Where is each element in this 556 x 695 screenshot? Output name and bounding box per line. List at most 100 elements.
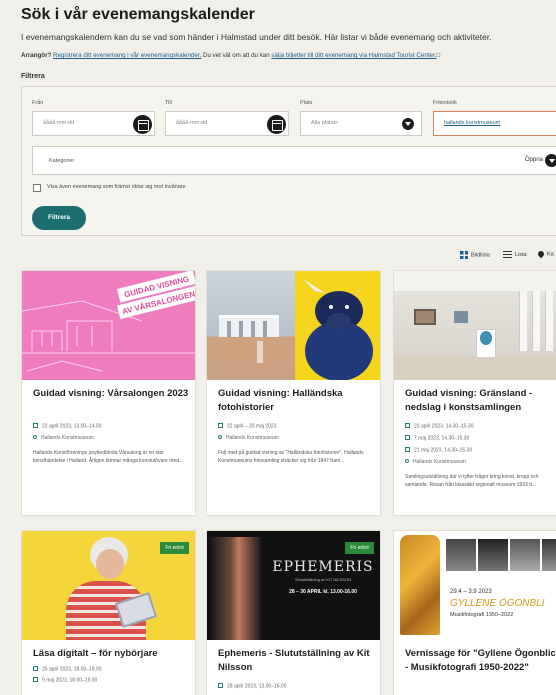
event-title[interactable]: Vernissage för "Gyllene Ögonblick - Musi… (405, 647, 556, 675)
calendar-icon (33, 677, 38, 682)
event-description: Samlingsutställning där vi lyfter frågor… (405, 474, 539, 488)
organizer-end-glyph: □ (436, 52, 441, 59)
category-label: Kategorier (49, 158, 75, 164)
place-label: Plats (300, 100, 313, 106)
event-date: 28 april 2023, 13.00–16.00 (218, 683, 287, 690)
event-title[interactable]: Läsa digitalt – för nybörjare (33, 647, 191, 661)
view-map-toggle[interactable]: Ka (536, 249, 554, 259)
event-image: 29.4 – 3.9 2023 GYLLENE ÖGONBLI Musikfot… (394, 531, 556, 640)
filter-section-title: Filtrera (21, 73, 45, 80)
list-icon (503, 251, 512, 258)
event-image (207, 271, 380, 380)
place-placeholder: Alla platser (311, 120, 339, 126)
view-map-label: Ka (547, 251, 554, 258)
category-open-label[interactable]: Öppna (525, 157, 543, 163)
from-date-input[interactable]: åååå-mm-dd (32, 111, 155, 136)
poster-subtitle: Slututställning av KIT NILSSON (294, 577, 352, 582)
event-title[interactable]: Ephemeris - Slututställning av Kit Nilss… (218, 647, 376, 675)
event-date: 25 april 2023, 18.00–19.00 (33, 666, 102, 673)
from-date-placeholder: åååå-mm-dd (43, 120, 75, 126)
residents-checkbox-label[interactable]: Visa även evenemang som främst riktar si… (47, 184, 186, 190)
event-card[interactable]: 29.4 – 3.9 2023 GYLLENE ÖGONBLI Musikfot… (393, 530, 556, 695)
to-date-input[interactable]: åååå-mm-dd (165, 111, 289, 136)
calendar-icon (405, 423, 410, 428)
event-date: 21 maj 2023, 14.30–15.30 (405, 447, 472, 454)
map-pin-icon (536, 249, 546, 259)
sketch-illustration: GUIDAD VISNING AV VÅRSALONGEN (22, 271, 195, 372)
search-input[interactable]: hallands konstmuseum (433, 111, 556, 136)
view-list-toggle[interactable]: Lista (503, 251, 527, 258)
photo-building (207, 271, 295, 380)
organizer-line: Arrangör? Registrera ditt evenemang i vå… (21, 52, 440, 59)
event-date: 23 april 2023, 14.30–15.30 (405, 423, 474, 430)
event-card[interactable]: Guidad visning: Gränsland - nedslag i ko… (393, 270, 556, 516)
page: Sök i vår evenemangskalender I evenemang… (0, 0, 556, 695)
category-dropdown[interactable]: Kategorier Öppna (32, 146, 556, 175)
residents-checkbox[interactable] (33, 184, 41, 192)
view-grid-toggle[interactable]: Bildlista (460, 251, 490, 259)
event-card[interactable]: Fri entré Läsa digitalt – för nybörjare … (21, 530, 196, 695)
event-location: Hallands Konstmuseum (33, 435, 94, 441)
event-location: Hallands Konstmuseum (218, 435, 279, 441)
chevron-down-icon[interactable] (545, 154, 556, 167)
event-title[interactable]: Guidad visning: Vårsalongen 2023 (33, 387, 191, 401)
music-photo (478, 539, 508, 571)
event-image: Fri entré (22, 531, 195, 640)
event-image: GUIDAD VISNING AV VÅRSALONGEN (22, 271, 195, 380)
to-label: Till (165, 100, 172, 106)
event-image: EPHEMERIS Slututställning av KIT NILSSON… (207, 531, 380, 640)
photo-bull (295, 271, 380, 380)
view-grid-label: Bildlista (471, 252, 490, 259)
event-date: 22 april – 20 maj 2023 (218, 423, 276, 430)
chevron-down-icon[interactable] (402, 118, 414, 130)
music-photo (510, 539, 540, 571)
event-card[interactable]: EPHEMERIS Slututställning av KIT NILSSON… (206, 530, 381, 695)
event-date: 7 maj 2023, 14.30–15.30 (405, 435, 469, 442)
calendar-icon (33, 423, 38, 428)
sell-tickets-link[interactable]: sälja biljetter till ditt evenemang via … (271, 52, 436, 59)
page-title: Sök i vår evenemangskalender (21, 6, 255, 23)
to-date-placeholder: åååå-mm-dd (176, 120, 208, 126)
filter-panel: Från åååå-mm-dd Till åååå-mm-dd Plats Al… (21, 86, 556, 236)
organizer-mid-text: Du vet väl om att du kan (201, 52, 272, 59)
from-label: Från (32, 100, 44, 106)
poster-subtitle: Musikfotografi 1950–2022 (450, 612, 514, 618)
event-description: Följ med på guidad visning av "Halländsk… (218, 450, 364, 464)
sculpture-photo (211, 537, 261, 640)
free-entry-badge: Fri entré (160, 542, 189, 554)
event-date: 9 maj 2023, 18.00–19.00 (33, 677, 97, 684)
intro-text: I evenemangskalendern kan du se vad som … (21, 32, 492, 42)
event-image (394, 271, 556, 380)
free-entry-badge: Fri entré (345, 542, 374, 554)
event-date: 22 april 2023, 13.00–14.00 (33, 423, 102, 430)
music-photo (446, 539, 476, 571)
music-photo (542, 539, 556, 571)
poster-dates: 29.4 – 3.9 2023 (450, 589, 492, 595)
view-list-label: Lista (515, 251, 527, 258)
calendar-icon (33, 666, 38, 671)
poster-date: 28 – 30 APRIL kl. 13.00-16.00 (289, 589, 357, 595)
location-pin-icon (218, 435, 222, 439)
register-event-link[interactable]: Registrera ditt evenemang i vår eveneman… (53, 52, 201, 59)
person-face (96, 549, 124, 579)
event-description: Hallands Konstförenings jurybedömda Vårs… (33, 450, 184, 464)
calendar-icon (405, 435, 410, 440)
golden-jacket (400, 535, 440, 635)
calendar-icon[interactable] (133, 115, 152, 134)
event-card[interactable]: Guidad visning: Halländska fotohistorier… (206, 270, 381, 516)
place-select[interactable]: Alla platser (300, 111, 422, 136)
event-card[interactable]: GUIDAD VISNING AV VÅRSALONGEN Guidad vis… (21, 270, 196, 516)
calendar-icon[interactable] (267, 115, 286, 134)
event-location: Hallands Konstmuseum (405, 459, 466, 465)
search-label: Fritextsök (433, 100, 457, 106)
event-title[interactable]: Guidad visning: Gränsland - nedslag i ko… (405, 387, 556, 415)
location-pin-icon (33, 435, 37, 439)
location-pin-icon (405, 459, 409, 463)
grid-icon (460, 251, 468, 259)
filter-button[interactable]: Filtrera (32, 206, 86, 230)
poster-title: GYLLENE ÖGONBLI (450, 598, 545, 609)
calendar-icon (218, 423, 223, 428)
calendar-icon (218, 683, 223, 688)
calendar-icon (405, 447, 410, 452)
event-title[interactable]: Guidad visning: Halländska fotohistorier (218, 387, 376, 415)
